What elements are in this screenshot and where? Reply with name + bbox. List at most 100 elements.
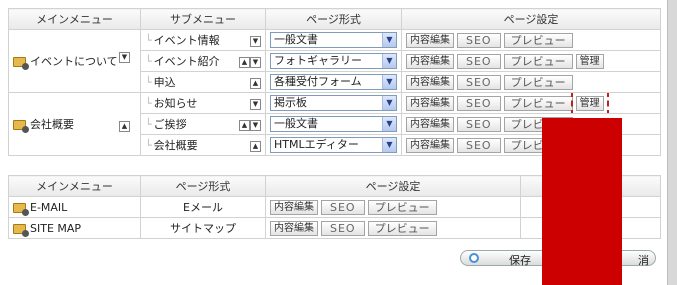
edit-content-button[interactable]: 内容編集 <box>406 116 454 132</box>
preview-button[interactable]: プレビュー <box>503 95 573 111</box>
seo-button[interactable]: SEO <box>457 116 501 132</box>
chevron-down-icon: ▼ <box>382 96 396 110</box>
page-settings-frame: メインメニュー サブメニュー ページ形式 ページ設定 イベントについて ▼ └ イ… <box>0 0 677 285</box>
format-cell: 一般文書 ▼ <box>265 29 402 51</box>
seo-button[interactable]: SEO <box>457 74 501 90</box>
collapse-toggle-button[interactable]: ▼ <box>119 52 130 63</box>
settings-cell: 内容編集 SEO プレビュー 管理 <box>401 92 661 114</box>
main-menu-label: SITE MAP <box>30 221 82 235</box>
table-header-row: メインメニュー サブメニュー ページ形式 ページ設定 <box>8 8 661 30</box>
chevron-down-icon: ▼ <box>382 75 396 89</box>
settings-cell: 内容編集 SEO プレビュー <box>401 71 661 93</box>
chevron-down-icon: ▼ <box>382 33 396 47</box>
edit-content-button[interactable]: 内容編集 <box>406 53 454 69</box>
seo-button[interactable]: SEO <box>457 53 501 69</box>
page-format-select[interactable]: 掲示板 ▼ <box>270 95 397 111</box>
sub-menu-cell: └ ご挨拶 ▲ ▼ <box>140 113 266 135</box>
seo-button[interactable]: SEO <box>457 137 501 153</box>
folder-icon <box>13 202 29 216</box>
move-up-button[interactable]: ▲ <box>250 140 261 152</box>
vertical-scrollbar[interactable] <box>667 0 677 285</box>
format-cell: フォトギャラリー ▼ <box>265 50 402 72</box>
folder-icon <box>13 120 29 133</box>
move-up-button[interactable]: ▲ <box>239 56 250 68</box>
sub-menu-cell: └ お知らせ ▼ <box>140 92 266 114</box>
preview-button[interactable]: プレビュー <box>367 199 437 215</box>
sub-menu-label: イベント情報 <box>153 34 220 47</box>
chevron-down-icon: ▼ <box>382 54 396 68</box>
folder-icon <box>13 223 29 237</box>
sub-menu-label: ご挨拶 <box>153 118 187 131</box>
settings-cell: 内容編集 SEO プレビュー <box>265 217 521 239</box>
header-page-settings: ページ設定 <box>265 175 521 197</box>
format-cell: サイトマップ <box>140 217 266 239</box>
format-cell: HTMLエディター ▼ <box>265 134 402 156</box>
collapse-toggle-button[interactable]: ▲ <box>119 121 130 132</box>
sub-menu-cell: └ イベント情報 ▼ <box>140 29 266 51</box>
move-down-button[interactable]: ▼ <box>250 56 261 68</box>
preview-button[interactable]: プレビュー <box>503 53 573 69</box>
save-button[interactable]: 保存 <box>509 252 531 268</box>
sub-menu-label: お知らせ <box>153 97 198 110</box>
table-row: 会社概要 ▲ └ お知らせ ▼ 掲示板 ▼ 内容編集 SEO プレビュー 管理 <box>8 92 661 156</box>
main-menu-label: E-MAIL <box>30 200 68 214</box>
format-cell: 掲示板 ▼ <box>265 92 402 114</box>
main-menu-cell: E-MAIL <box>8 196 141 218</box>
main-menu-cell: イベントについて ▼ <box>8 29 141 93</box>
main-menu-cell: SITE MAP <box>8 217 141 239</box>
seo-button[interactable]: SEO <box>321 199 365 215</box>
header-page-format: ページ形式 <box>140 175 266 197</box>
page-format-select[interactable]: 各種受付フォーム ▼ <box>270 74 397 90</box>
preview-button[interactable]: プレビュー <box>367 220 437 236</box>
move-down-button[interactable]: ▼ <box>250 119 261 131</box>
move-up-button[interactable]: ▲ <box>239 119 250 131</box>
page-format-select[interactable]: HTMLエディター ▼ <box>270 137 397 153</box>
main-menu-label: 会社概要 <box>30 118 74 131</box>
page-format-select[interactable]: 一般文書 ▼ <box>270 116 397 132</box>
main-menu-label: イベントについて <box>30 54 118 68</box>
header-page-format: ページ形式 <box>265 8 402 30</box>
move-up-button[interactable]: ▲ <box>250 77 261 89</box>
chevron-down-icon: ▼ <box>382 117 396 131</box>
seo-button[interactable]: SEO <box>321 220 365 236</box>
format-cell: 一般文書 ▼ <box>265 113 402 135</box>
preview-button[interactable]: プレビュー <box>503 32 573 48</box>
edit-content-button[interactable]: 内容編集 <box>270 199 318 215</box>
table-row: イベントについて ▼ └ イベント情報 ▼ 一般文書 ▼ 内容編集 SEO プレビュー <box>8 29 661 93</box>
folder-icon <box>13 56 29 70</box>
redaction-overlay <box>542 118 622 285</box>
page-format-label: サイトマップ <box>170 222 236 235</box>
save-icon <box>469 253 479 263</box>
page-format-select[interactable]: 一般文書 ▼ <box>270 32 397 48</box>
edit-content-button[interactable]: 内容編集 <box>406 95 454 111</box>
format-cell: Eメール <box>140 196 266 218</box>
header-sub-menu: サブメニュー <box>140 8 266 30</box>
manage-button[interactable]: 管理 <box>575 53 604 69</box>
settings-cell: 内容編集 SEO プレビュー <box>265 196 521 218</box>
chevron-down-icon: ▼ <box>382 138 396 152</box>
edit-content-button[interactable]: 内容編集 <box>406 137 454 153</box>
settings-cell: 内容編集 SEO プレビュー 管理 <box>401 50 661 72</box>
edit-content-button[interactable]: 内容編集 <box>406 32 454 48</box>
preview-button[interactable]: プレビュー <box>503 74 573 90</box>
page-format-select[interactable]: フォトギャラリー ▼ <box>270 53 397 69</box>
main-menu-cell: 会社概要 ▲ <box>8 92 141 156</box>
header-page-settings: ページ設定 <box>401 8 661 30</box>
sub-menu-label: 会社概要 <box>153 139 198 152</box>
sub-menu-cell: └ 申込 ▲ <box>140 71 266 93</box>
move-down-button[interactable]: ▼ <box>250 98 261 110</box>
sub-menu-cell: └ 会社概要 ▲ <box>140 134 266 156</box>
sub-menu-label: イベント紹介 <box>153 55 220 68</box>
edit-content-button[interactable]: 内容編集 <box>270 220 318 236</box>
move-down-button[interactable]: ▼ <box>250 35 261 47</box>
format-cell: 各種受付フォーム ▼ <box>265 71 402 93</box>
delete-button[interactable]: 消 <box>638 252 649 268</box>
manage-button[interactable]: 管理 <box>570 93 609 113</box>
page-format-label: Eメール <box>183 201 223 214</box>
seo-button[interactable]: SEO <box>457 95 501 111</box>
settings-cell: 内容編集 SEO プレビュー <box>401 29 661 51</box>
header-main-menu: メインメニュー <box>8 175 141 197</box>
edit-content-button[interactable]: 内容編集 <box>406 74 454 90</box>
header-main-menu: メインメニュー <box>8 8 141 30</box>
seo-button[interactable]: SEO <box>457 32 501 48</box>
